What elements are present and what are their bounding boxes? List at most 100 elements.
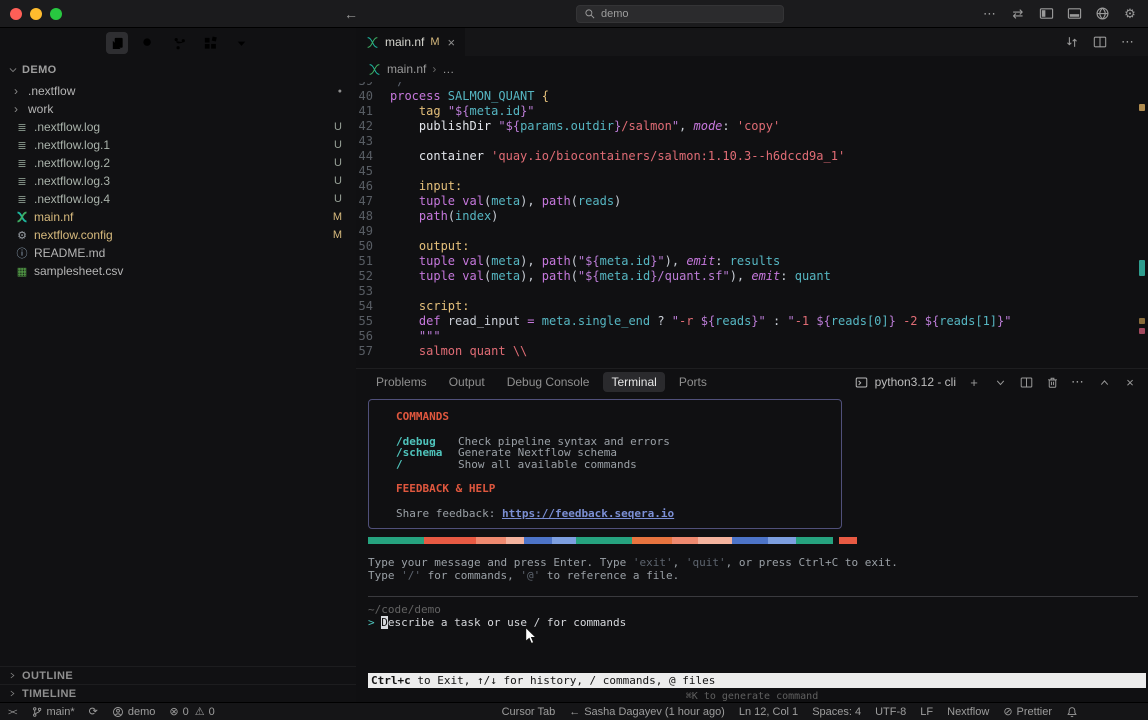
tab-main-nf[interactable]: main.nf M × [356, 28, 465, 56]
gear-icon[interactable]: ⚙ [1122, 6, 1138, 22]
command-description: Generate Nextflow schema [458, 447, 617, 459]
minimize-window-button[interactable] [30, 8, 42, 20]
tree-item-nextflow-config[interactable]: ⚙nextflow.configM [0, 226, 356, 244]
terminal-help-line-2: Type '/' for commands, '@' to reference … [368, 569, 679, 582]
tree-item--nextflow[interactable]: ›.nextflow● [0, 82, 356, 100]
status-item-utf-8[interactable]: UTF-8 [875, 706, 906, 718]
log-icon: ≣ [14, 175, 30, 188]
activity-files-icon[interactable] [106, 32, 128, 54]
code-editor[interactable]: 39*/40process SALMON_QUANT {41 tag "${me… [356, 82, 1148, 368]
layout-sidebar-icon[interactable] [1038, 6, 1054, 22]
tree-item-README-md[interactable]: ⓘREADME.md [0, 244, 356, 262]
command-description: Show all available commands [458, 459, 637, 471]
feedback-line: Share feedback: https://feedback.seqera.… [396, 508, 841, 520]
panel-tab-terminal[interactable]: Terminal [603, 372, 664, 392]
more-icon[interactable]: ⋯ [1120, 34, 1136, 50]
status-item-demo[interactable]: demo [112, 706, 156, 718]
status-label: Spaces: 4 [812, 706, 861, 718]
status-item-0[interactable]: ⚠0 [195, 705, 215, 718]
chevron-right-icon [8, 689, 17, 698]
layout-panel-icon[interactable] [1066, 6, 1082, 22]
tree-item--nextflow-log-4[interactable]: ≣.nextflow.log.4U [0, 190, 356, 208]
info-icon: ⓘ [14, 245, 30, 261]
tree-item--nextflow-log-2[interactable]: ≣.nextflow.log.2U [0, 154, 356, 172]
code-line-41: 41 tag "${meta.id}" [356, 104, 1148, 119]
status-item-0[interactable]: ⊗0 [169, 705, 188, 718]
editor-actions: ⋯ [1064, 34, 1148, 50]
plus-icon[interactable]: + [966, 374, 982, 390]
code-line-49: 49 [356, 224, 1148, 239]
close-window-button[interactable] [10, 8, 22, 20]
compare-changes-icon[interactable] [1064, 34, 1080, 50]
code-line-54: 54 script: [356, 299, 1148, 314]
status-item-bell-icon[interactable] [1066, 706, 1078, 718]
terminal-profile-label: python3.12 - cli [875, 375, 956, 389]
terminal-viewport[interactable]: COMMANDS /debugCheck pipeline syntax and… [356, 395, 1148, 702]
status-item-lf[interactable]: LF [920, 706, 933, 718]
git-status-badge: M [333, 211, 342, 223]
line-number: 51 [356, 254, 390, 269]
breadcrumb[interactable]: main.nf › … [356, 56, 1148, 82]
chevron-down-icon[interactable] [992, 374, 1008, 390]
breadcrumb-symbol[interactable]: … [442, 62, 454, 76]
activity-extensions-icon[interactable] [199, 32, 221, 54]
command-center-search[interactable]: demo [576, 5, 784, 23]
globe-icon[interactable] [1094, 6, 1110, 22]
status-item-sync-icon[interactable]: ⟳ [89, 705, 98, 718]
status-item-remote-icon[interactable]: >< [8, 707, 17, 717]
status-item-main-[interactable]: main* [31, 706, 75, 718]
tree-item--nextflow-log-3[interactable]: ≣.nextflow.log.3U [0, 172, 356, 190]
generate-command-hint: ⌘K to generate command [356, 691, 1148, 702]
chevron-up-icon[interactable] [1096, 374, 1112, 390]
tree-item-work[interactable]: ›work [0, 100, 356, 118]
modified-badge: M [430, 36, 439, 48]
close-tab-icon[interactable]: × [448, 35, 456, 50]
status-item-cursor-tab[interactable]: Cursor Tab [502, 706, 556, 718]
chevron-right-icon: › [14, 84, 28, 98]
terminal-prompt-line[interactable]: > Describe a task or use / for commands [368, 616, 626, 629]
activity-search-icon[interactable] [137, 32, 159, 54]
line-number: 49 [356, 224, 390, 239]
tree-item-samplesheet-csv[interactable]: ▦samplesheet.csv [0, 262, 356, 280]
sidebar-section-outline[interactable]: OUTLINE [0, 666, 356, 684]
more-icon[interactable]: ⋯ [1070, 374, 1086, 390]
maximize-window-button[interactable] [50, 8, 62, 20]
search-value: demo [601, 8, 629, 20]
panel-tab-ports[interactable]: Ports [671, 372, 715, 392]
line-number: 52 [356, 269, 390, 284]
stripe-segment [796, 537, 833, 544]
trash-icon[interactable] [1044, 374, 1060, 390]
split-editor-icon[interactable] [1018, 374, 1034, 390]
tree-item--nextflow-log-1[interactable]: ≣.nextflow.log.1U [0, 136, 356, 154]
status-item-nextflow[interactable]: Nextflow [947, 706, 989, 718]
status-item-sasha-dagayev-1-hour-ago-[interactable]: ←Sasha Dagayev (1 hour ago) [569, 706, 725, 718]
split-editor-icon[interactable] [1092, 34, 1108, 50]
feedback-link[interactable]: https://feedback.seqera.io [502, 507, 674, 520]
file-label: .nextflow.log.2 [34, 156, 334, 170]
explorer-section-header[interactable]: DEMO [0, 58, 356, 82]
status-item-spaces-4[interactable]: Spaces: 4 [812, 706, 861, 718]
more-icon[interactable]: ⋯ [982, 6, 998, 22]
status-item-ln-12-col-1[interactable]: Ln 12, Col 1 [739, 706, 798, 718]
sidebar-bottom-sections: OUTLINETIMELINE [0, 666, 356, 702]
line-number: 53 [356, 284, 390, 299]
panel-tab-output[interactable]: Output [441, 372, 493, 392]
activity-chevron-down-icon[interactable] [230, 32, 252, 54]
tree-item--nextflow-log[interactable]: ≣.nextflow.logU [0, 118, 356, 136]
tree-item-main-nf[interactable]: main.nfM [0, 208, 356, 226]
breadcrumb-file[interactable]: main.nf [387, 62, 426, 76]
panel-tab-problems[interactable]: Problems [368, 372, 435, 392]
scrollbar-mark [1139, 104, 1145, 111]
panel-tab-debug-console[interactable]: Debug Console [499, 372, 598, 392]
terminal-hint-bar: Ctrl+c to Exit, ↑/↓ for history, / comma… [368, 673, 1146, 688]
line-number: 56 [356, 329, 390, 344]
activity-source-control-icon[interactable] [168, 32, 190, 54]
terminal-profile-select[interactable]: python3.12 - cli [854, 374, 956, 390]
sidebar-section-timeline[interactable]: TIMELINE [0, 684, 356, 702]
navigate-back-icon[interactable]: ← [344, 6, 358, 22]
line-number: 55 [356, 314, 390, 329]
close-icon[interactable]: × [1122, 374, 1138, 390]
file-label: main.nf [34, 210, 333, 224]
sync-swap-icon[interactable]: ⇄ [1010, 6, 1026, 22]
status-item-prettier[interactable]: ⊘Prettier [1003, 705, 1052, 718]
